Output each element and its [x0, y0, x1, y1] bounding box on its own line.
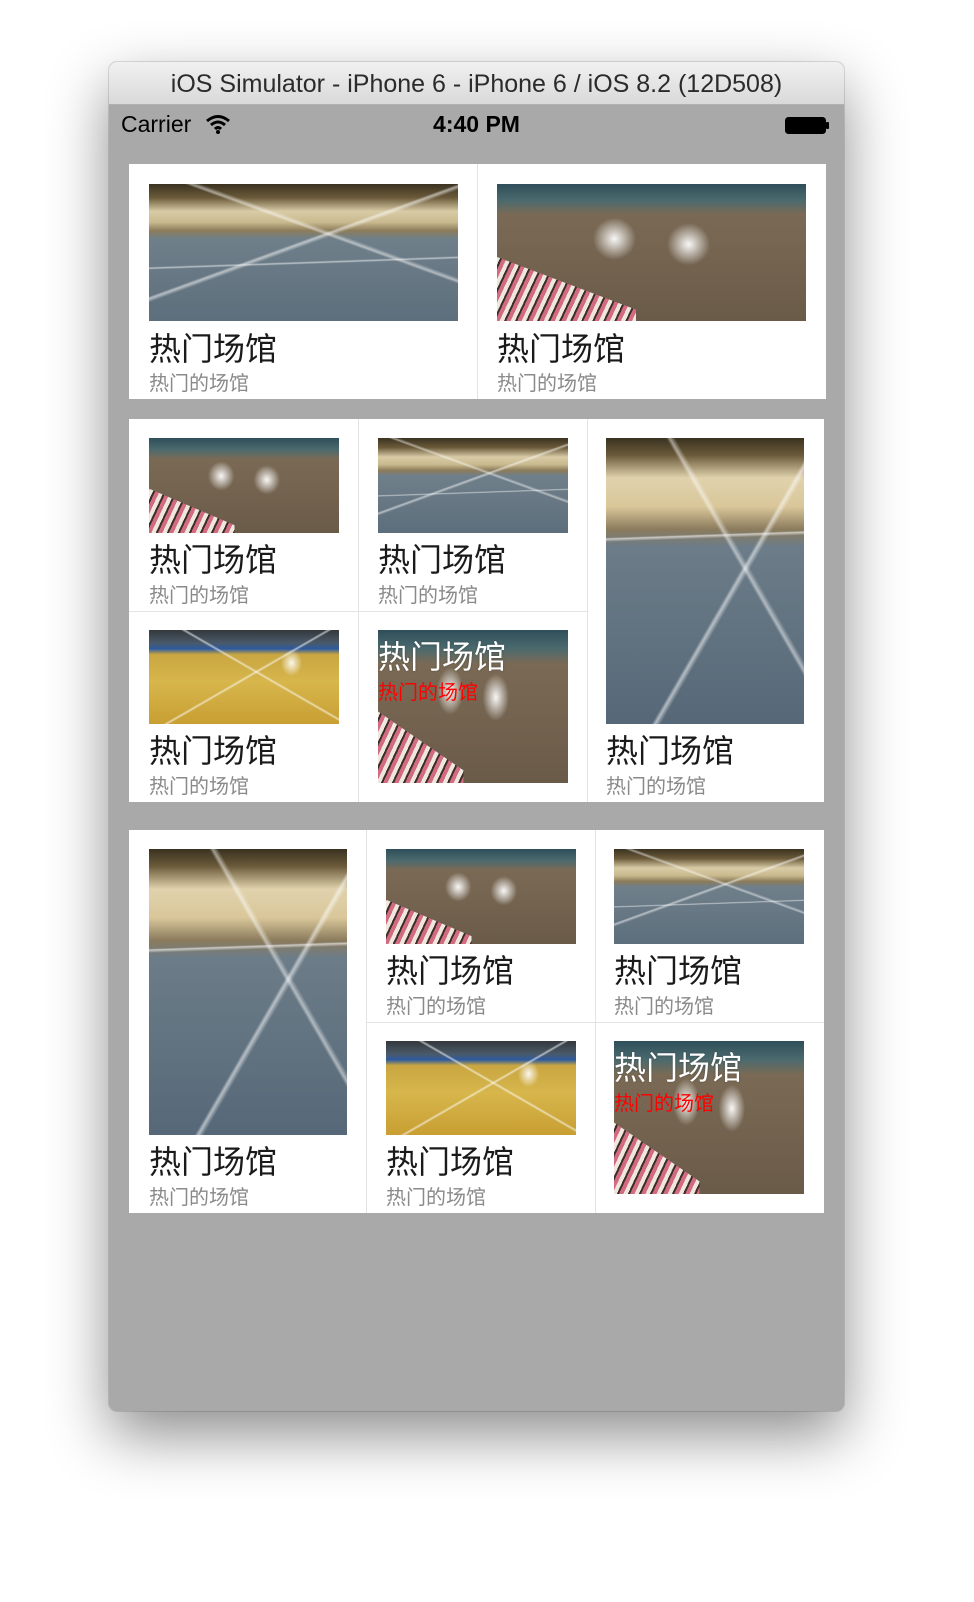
venue-subtitle: 热门的场馆: [149, 583, 249, 607]
venue-cell[interactable]: 热门场馆 热门的场馆: [129, 164, 477, 399]
venue-photo: [149, 630, 339, 724]
venue-cell[interactable]: 热门场馆 热门的场馆: [129, 419, 358, 611]
venue-title: 热门场馆: [386, 952, 515, 990]
venue-title: 热门场馆: [614, 952, 743, 990]
venue-photo: [606, 438, 804, 724]
venue-title: 热门场馆: [497, 330, 626, 368]
venue-cell[interactable]: 热门场馆 热门的场馆: [596, 830, 824, 1022]
simulator-window: iOS Simulator - iPhone 6 - iPhone 6 / iO…: [109, 62, 844, 1411]
venue-cell[interactable]: 热门场馆 热门的场馆: [367, 830, 595, 1022]
status-time: 4:40 PM: [433, 111, 520, 137]
venue-section-1: 热门场馆 热门的场馆 热门场馆 热门的场馆: [129, 164, 826, 399]
venue-title: 热门场馆: [606, 732, 735, 770]
venue-subtitle: 热门的场馆: [386, 1185, 486, 1209]
venue-subtitle-overlay: 热门的场馆: [378, 680, 478, 704]
venue-title-overlay: 热门场馆: [378, 638, 507, 676]
venue-photo: [386, 849, 576, 944]
window-title: iOS Simulator - iPhone 6 - iPhone 6 / iO…: [109, 62, 844, 105]
venue-section-2: 热门场馆 热门的场馆 热门场馆 热门的场馆 热门场馆 热门的场馆 热门场馆 热门…: [129, 419, 824, 802]
venue-photo: [149, 184, 458, 321]
venue-cell[interactable]: 热门场馆 热门的场馆: [588, 419, 824, 802]
venue-subtitle: 热门的场馆: [386, 994, 486, 1018]
venue-cell[interactable]: 热门场馆 热门的场馆: [129, 830, 366, 1213]
venue-subtitle-overlay: 热门的场馆: [614, 1091, 714, 1115]
venue-cell[interactable]: 热门场馆 热门的场馆: [359, 612, 587, 802]
venue-photo: [497, 184, 806, 321]
venue-subtitle: 热门的场馆: [497, 371, 597, 395]
venue-section-3: 热门场馆 热门的场馆 热门场馆 热门的场馆 热门场馆 热门的场馆 热门场馆 热门…: [129, 830, 824, 1213]
venue-subtitle: 热门的场馆: [606, 774, 706, 798]
venue-photo: [386, 1041, 576, 1135]
venue-photo: [149, 438, 339, 533]
venue-photo: [149, 849, 347, 1135]
venue-subtitle: 热门的场馆: [149, 774, 249, 798]
venue-subtitle: 热门的场馆: [378, 583, 478, 607]
venue-cell[interactable]: 热门场馆 热门的场馆: [359, 419, 587, 611]
venue-title-overlay: 热门场馆: [614, 1049, 743, 1087]
venue-title: 热门场馆: [149, 732, 278, 770]
venue-photo: 热门场馆 热门的场馆: [378, 630, 568, 783]
venue-cell[interactable]: 热门场馆 热门的场馆: [478, 164, 826, 399]
venue-title: 热门场馆: [149, 1143, 278, 1181]
status-bar: Carrier 4:40 PM: [109, 105, 844, 145]
battery-icon: [785, 117, 829, 134]
venue-cell[interactable]: 热门场馆 热门的场馆: [596, 1023, 824, 1213]
venue-title: 热门场馆: [386, 1143, 515, 1181]
venue-title: 热门场馆: [149, 330, 278, 368]
venue-title: 热门场馆: [149, 541, 278, 579]
venue-cell[interactable]: 热门场馆 热门的场馆: [129, 612, 358, 802]
venue-title: 热门场馆: [378, 541, 507, 579]
venue-photo: [614, 849, 804, 944]
venue-photo: [378, 438, 568, 533]
venue-subtitle: 热门的场馆: [614, 994, 714, 1018]
venue-photo: 热门场馆 热门的场馆: [614, 1041, 804, 1194]
venue-cell[interactable]: 热门场馆 热门的场馆: [367, 1023, 595, 1213]
venue-subtitle: 热门的场馆: [149, 1185, 249, 1209]
venue-subtitle: 热门的场馆: [149, 371, 249, 395]
